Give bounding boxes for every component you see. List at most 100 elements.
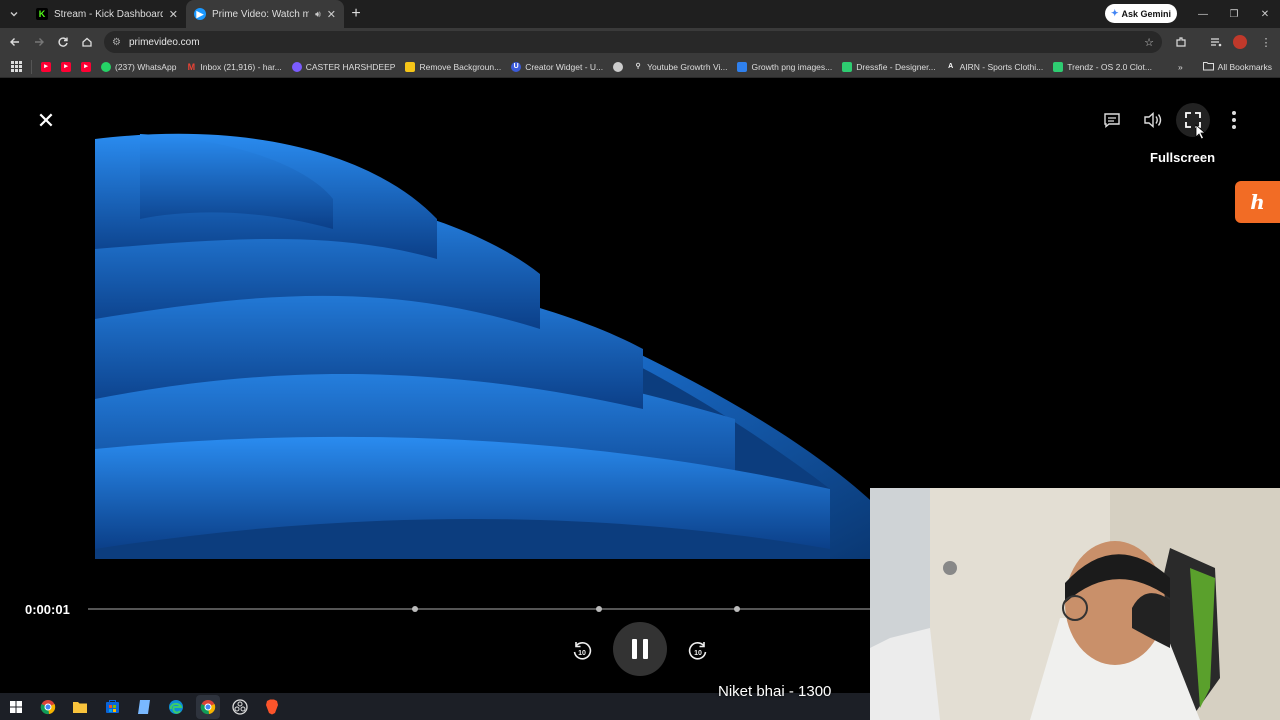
bookmark-item[interactable] xyxy=(608,56,628,78)
bookmark-item[interactable]: CASTER HARSHDEEP xyxy=(287,56,401,78)
honey-extension-icon[interactable]: h xyxy=(1235,181,1280,223)
chrome-icon[interactable] xyxy=(36,695,60,719)
bookmark-item[interactable]: (237) WhatsApp xyxy=(96,56,181,78)
bookmark-item[interactable]: ▸ xyxy=(76,56,96,78)
close-window-icon[interactable]: ✕ xyxy=(1249,0,1280,28)
bookmark-label: Remove Backgroun... xyxy=(419,61,502,72)
bookmark-star-icon[interactable]: ☆ xyxy=(1144,36,1154,49)
pause-bar xyxy=(632,639,637,659)
notepad-icon[interactable] xyxy=(132,695,156,719)
all-bookmarks-button[interactable]: » All Bookmarks xyxy=(1178,56,1272,78)
reload-icon[interactable] xyxy=(51,30,75,54)
prime-video-icon: ▶ xyxy=(194,8,206,20)
speaker-icon[interactable]: 🔊︎ xyxy=(315,9,321,20)
back-icon[interactable] xyxy=(3,30,27,54)
bookmark-item[interactable]: Remove Backgroun... xyxy=(400,56,506,78)
pngtree-icon xyxy=(737,61,748,72)
subtitles-icon[interactable] xyxy=(1099,107,1125,133)
tab-kick-dashboard[interactable]: K Stream - Kick Dashboard ✕ xyxy=(28,0,186,28)
chapter-marker xyxy=(596,606,602,612)
restore-icon[interactable]: ❐ xyxy=(1218,0,1250,28)
site-info-icon[interactable]: ⚙︎ xyxy=(112,37,121,48)
kick-icon: K xyxy=(36,8,48,20)
forward-10-icon[interactable]: 10 xyxy=(686,639,710,663)
gmail-icon: M xyxy=(187,61,196,72)
bookmark-item[interactable]: M Inbox (21,916) - har... xyxy=(181,56,286,78)
minimize-icon[interactable]: — xyxy=(1187,0,1219,28)
close-tab-icon[interactable]: ✕ xyxy=(327,8,336,21)
bookmarks-divider xyxy=(31,59,32,74)
url-text: primevideo.com xyxy=(128,36,200,48)
bookmark-item[interactable]: Growth png images... xyxy=(732,56,837,78)
chapter-marker xyxy=(734,606,740,612)
windows-start-icon[interactable] xyxy=(4,695,28,719)
webcam-feed xyxy=(870,488,1280,720)
bookmark-item[interactable]: A AIRN - Sports Clothi... xyxy=(941,56,1049,78)
bookmark-label: CASTER HARSHDEEP xyxy=(305,61,396,72)
ask-gemini-button[interactable]: ✦ Ask Gemini xyxy=(1105,4,1177,23)
profile-avatar[interactable] xyxy=(1228,28,1252,56)
tab-strip: K Stream - Kick Dashboard ✕ ▶ Prime Vide… xyxy=(0,0,1280,28)
edge-icon[interactable] xyxy=(164,695,188,719)
pin-icon: ⚲ xyxy=(635,62,641,70)
seek-bar[interactable] xyxy=(88,606,870,612)
trendz-icon xyxy=(1053,61,1064,72)
youtube-icon: ▸ xyxy=(61,61,71,72)
rewind-10-icon[interactable]: 10 xyxy=(570,639,594,663)
fullscreen-tooltip: Fullscreen xyxy=(1150,150,1216,165)
bookmark-item[interactable]: U Creator Widget - U... xyxy=(506,56,608,78)
ask-gemini-label: Ask Gemini xyxy=(1121,8,1172,19)
folder-icon xyxy=(1202,61,1214,73)
chevron-double-right-icon[interactable]: » xyxy=(1178,62,1183,72)
screen: K Stream - Kick Dashboard ✕ ▶ Prime Vide… xyxy=(0,0,1280,720)
address-bar[interactable]: ⚙︎ primevideo.com ☆ xyxy=(104,31,1162,53)
forward-icon[interactable] xyxy=(27,30,51,54)
bookmark-label: Youtube Growtrh Vi... xyxy=(647,61,728,72)
bookmark-label: Trendz - OS 2.0 Clot... xyxy=(1067,61,1152,72)
bookmark-label: (237) WhatsApp xyxy=(115,61,177,72)
dashboard-icon xyxy=(291,61,302,72)
bookmark-label: Creator Widget - U... xyxy=(525,61,604,72)
tab-title: Stream - Kick Dashboard xyxy=(54,8,163,20)
pause-bar xyxy=(643,639,648,659)
bookmark-item[interactable]: Trendz - OS 2.0 Clot... xyxy=(1048,56,1157,78)
all-bookmarks-label: All Bookmarks xyxy=(1217,62,1272,72)
volume-icon[interactable] xyxy=(1140,107,1166,133)
brave-icon[interactable] xyxy=(260,695,284,719)
bookmark-item[interactable]: Dressfie - Designer... xyxy=(837,56,940,78)
svg-text:10: 10 xyxy=(578,650,586,657)
more-options-icon[interactable] xyxy=(1221,107,1247,133)
chrome-profile-icon[interactable] xyxy=(196,694,220,719)
bookmark-label: AIRN - Sports Clothi... xyxy=(959,61,1044,72)
webcam-overlay xyxy=(870,488,1280,720)
tab-prime-video[interactable]: ▶ Prime Video: Watch movies 🔊︎ ✕ xyxy=(186,0,344,28)
bookmark-item[interactable]: ⚲ Youtube Growtrh Vi... xyxy=(628,56,732,78)
new-tab-button[interactable]: + xyxy=(344,2,368,26)
home-icon[interactable] xyxy=(75,30,99,54)
bookmark-item[interactable]: ▸ xyxy=(36,56,56,78)
bookmark-label: Growth png images... xyxy=(751,61,833,72)
store-icon[interactable] xyxy=(100,695,124,719)
globe-icon xyxy=(613,61,624,72)
bookmarks-bar: ▸ ▸ ▸ (237) WhatsApp M Inbox (21,916) - h… xyxy=(0,56,1280,78)
media-controls-icon[interactable] xyxy=(1204,28,1228,56)
close-player-icon[interactable]: ✕ xyxy=(34,108,58,133)
pause-button[interactable] xyxy=(613,622,667,676)
svg-text:10: 10 xyxy=(694,650,702,657)
close-tab-icon[interactable]: ✕ xyxy=(169,8,178,21)
whatsapp-icon xyxy=(101,61,111,72)
bookmark-item[interactable]: ▸ xyxy=(56,56,76,78)
tab-search-icon[interactable] xyxy=(0,0,28,28)
chapter-marker xyxy=(412,606,418,612)
mouse-cursor-icon xyxy=(1195,124,1207,145)
extensions-icon[interactable] xyxy=(1169,28,1193,56)
bookmark-label: Inbox (21,916) - har... xyxy=(200,61,282,72)
file-explorer-icon[interactable] xyxy=(68,695,92,719)
apps-grid-icon[interactable] xyxy=(6,56,27,78)
menu-kebab-icon[interactable]: ⋮ xyxy=(1254,28,1278,56)
youtube-icon: ▸ xyxy=(81,61,91,72)
bookmark-label: Dressfie - Designer... xyxy=(856,61,936,72)
gemini-sparkle-icon: ✦ xyxy=(1110,8,1119,18)
obs-icon[interactable] xyxy=(228,695,252,719)
removebg-icon xyxy=(405,61,416,72)
